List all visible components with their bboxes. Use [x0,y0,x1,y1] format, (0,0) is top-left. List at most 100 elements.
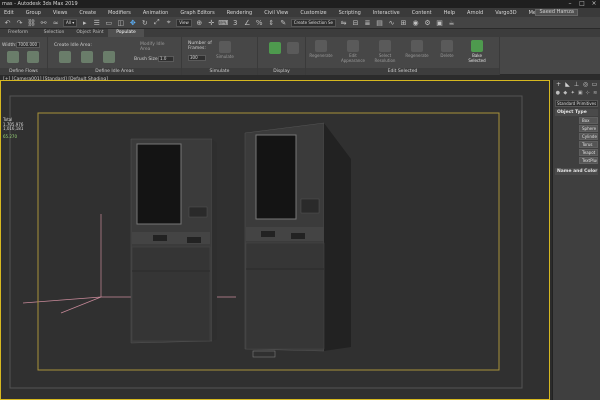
tab-selection[interactable]: Selection [36,29,72,37]
define-idle-areas-caption: Define Idle Areas [48,68,181,75]
select-resolution-button[interactable]: Select Resolution [372,40,398,63]
unlink-icon[interactable]: ⚯ [39,18,48,27]
minimize-button[interactable]: – [564,0,576,8]
select-and-move-icon[interactable]: ✥ [128,18,137,27]
box-button[interactable]: Box [579,117,598,124]
render-production-icon[interactable]: ☕ [447,18,456,27]
spacewarps-icon[interactable]: ≋ [592,90,600,98]
mirror-icon[interactable]: ⇋ [339,18,348,27]
motion-tab-icon[interactable]: ◎ [581,81,590,89]
menu-customize[interactable]: Customize [300,10,326,16]
undo-icon[interactable]: ↶ [3,18,12,27]
window-title: mas - Autodesk 3ds Max 2019 [2,1,78,7]
ribbon-toggle-icon[interactable]: ▤ [375,18,384,27]
menu-graph-editors[interactable]: Graph Editors [180,10,214,16]
menu-rendering[interactable]: Rendering [227,10,253,16]
textplus-button[interactable]: TextPlus [579,157,598,164]
menu-arnold[interactable]: Arnold [467,10,483,16]
menu-animation[interactable]: Animation [143,10,169,16]
cameras-icon[interactable]: ▣ [577,90,585,98]
tab-object-paint[interactable]: Object Paint [72,29,108,37]
curve-editor-icon[interactable]: ∿ [387,18,396,27]
rectangular-selection-icon[interactable]: ▭ [104,18,113,27]
teapot-button[interactable]: Teapot [579,149,598,156]
reference-coordinate-dropdown[interactable]: View [176,18,192,27]
regenerate-button[interactable]: Regenerate [308,40,334,58]
layer-explorer-icon[interactable]: ≣ [363,18,372,27]
sphere-button[interactable]: Sphere [579,125,598,132]
window-crossing-icon[interactable]: ◫ [116,18,125,27]
align-icon[interactable]: ⊟ [351,18,360,27]
redo-icon[interactable]: ↷ [15,18,24,27]
stats-line-2: 1,016,181 [3,126,24,131]
angle-snap-icon[interactable]: ∠ [243,18,252,27]
bind-spacewarp-icon[interactable]: ≈ [51,18,60,27]
material-editor-icon[interactable]: ◉ [411,18,420,27]
lights-icon[interactable]: ✦ [569,90,577,98]
helpers-icon[interactable]: ⊹ [584,90,592,98]
viewport[interactable] [0,80,550,400]
named-selection-dropdown[interactable]: Create Selection Se [290,18,337,27]
add-flow-button[interactable] [20,51,46,64]
selection-filter-dropdown[interactable]: All ▾ [63,18,78,27]
snaps-toggle-icon[interactable]: 3 [231,18,240,27]
menu-create[interactable]: Create [79,10,96,16]
menu-bar: Edit Group Views Create Modifiers Animat… [0,8,600,17]
render-setup-icon[interactable]: ⚙ [423,18,432,27]
keyboard-shortcut-icon[interactable]: ⌨ [218,18,228,27]
regenerate-2-button[interactable]: Regenerate [404,40,430,58]
select-by-name-icon[interactable]: ☰ [92,18,101,27]
object-type-rollout[interactable]: Object Type [555,109,598,116]
maximize-button[interactable]: □ [576,0,588,8]
menu-vargo3d[interactable]: Vargo3D [495,10,516,16]
simulate-button[interactable]: Simulate [212,41,238,59]
width-field[interactable]: 7000.000 [16,42,40,48]
cylinder-button[interactable]: Cylinder [579,133,598,140]
display-tab-icon[interactable]: ▭ [590,81,599,89]
menu-group[interactable]: Group [26,10,41,16]
menu-views[interactable]: Views [53,10,67,16]
torus-button[interactable]: Torus [579,141,598,148]
brush-size-field[interactable]: 1.0 [158,56,174,62]
tab-populate[interactable]: Populate [108,29,144,37]
idle-area-tool-3[interactable] [96,51,122,64]
select-object-icon[interactable]: ▸ [80,18,89,27]
display-section: Display [258,37,306,75]
menu-edit[interactable]: Edit [4,10,14,16]
delete-button[interactable]: Delete [434,40,460,58]
tab-freeform[interactable]: Freeform [0,29,36,37]
select-and-scale-icon[interactable]: ⤢ [152,18,161,27]
edit-appearance-button[interactable]: Edit Appearance [340,40,366,63]
select-and-place-icon[interactable]: ⌖ [164,18,173,27]
number-of-frames-field[interactable]: 300 [188,55,206,61]
primitive-type-dropdown[interactable]: Standard Primitives [555,100,598,107]
display-options-button[interactable] [280,42,306,55]
percent-snap-icon[interactable]: % [255,18,264,27]
select-manipulate-icon[interactable]: ✛ [207,18,216,27]
menu-help[interactable]: Help [444,10,455,16]
bake-selected-button[interactable]: Bake Selected [464,40,490,63]
menu-civil-view[interactable]: Civil View [264,10,288,16]
spinner-snap-icon[interactable]: ⇕ [267,18,276,27]
hierarchy-tab-icon[interactable]: ⊥ [572,81,581,89]
shapes-icon[interactable]: ◆ [562,90,570,98]
define-flows-section: Width: 7000.000 Define Flows [0,37,48,75]
create-flow-icon [7,51,19,63]
menu-content[interactable]: Content [412,10,432,16]
edit-named-selection-icon[interactable]: ✎ [279,18,288,27]
user-account-button[interactable]: Saeed Hamza [535,9,578,16]
name-and-color-rollout[interactable]: Name and Color [555,168,598,175]
select-and-rotate-icon[interactable]: ↻ [140,18,149,27]
menu-interactive[interactable]: Interactive [373,10,400,16]
link-icon[interactable]: ⛓ [27,18,36,27]
menu-modifiers[interactable]: Modifiers [108,10,131,16]
geometry-icon[interactable]: ● [554,90,562,98]
menu-scripting[interactable]: Scripting [339,10,361,16]
pivot-center-icon[interactable]: ⊕ [195,18,204,27]
modify-tab-icon[interactable]: ◣ [563,81,572,89]
window-controls: – □ × [564,0,600,8]
close-button[interactable]: × [588,0,600,8]
rendered-frame-window-icon[interactable]: ▣ [435,18,444,27]
create-tab-icon[interactable]: + [554,81,563,89]
schematic-view-icon[interactable]: ⊞ [399,18,408,27]
